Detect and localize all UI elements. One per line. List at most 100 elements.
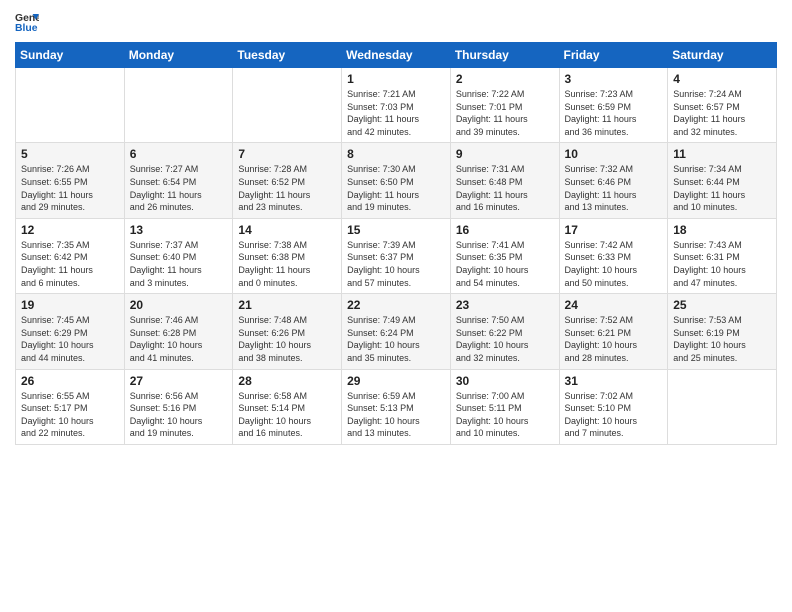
day-number: 31 — [565, 374, 663, 388]
calendar-cell: 10 Sunrise: 7:32 AM Sunset: 6:46 PM Dayli… — [559, 143, 668, 218]
calendar-cell: 29Sunrise: 6:59 AM Sunset: 5:13 PM Dayli… — [342, 369, 451, 444]
day-info: Sunrise: 7:48 AM Sunset: 6:26 PM Dayligh… — [238, 314, 336, 364]
calendar-cell: 9 Sunrise: 7:31 AM Sunset: 6:48 PM Daylig… — [450, 143, 559, 218]
day-info: Sunrise: 7:50 AM Sunset: 6:22 PM Dayligh… — [456, 314, 554, 364]
day-info: Sunrise: 7:41 AM Sunset: 6:35 PM Dayligh… — [456, 239, 554, 289]
calendar-cell: 19 Sunrise: 7:45 AM Sunset: 6:29 PM Dayli… — [16, 294, 125, 369]
day-number: 2 — [456, 72, 554, 86]
day-number: 4 — [673, 72, 771, 86]
day-number: 16 — [456, 223, 554, 237]
calendar-cell: 5 Sunrise: 7:26 AM Sunset: 6:55 PM Daylig… — [16, 143, 125, 218]
day-info: Sunrise: 7:26 AM Sunset: 6:55 PM Dayligh… — [21, 163, 119, 213]
calendar-cell: 23Sunrise: 7:50 AM Sunset: 6:22 PM Dayli… — [450, 294, 559, 369]
day-info: Sunrise: 7:42 AM Sunset: 6:33 PM Dayligh… — [565, 239, 663, 289]
day-number: 24 — [565, 298, 663, 312]
calendar-cell: 31 Sunrise: 7:02 AM Sunset: 5:10 PM Dayli… — [559, 369, 668, 444]
day-info: Sunrise: 7:49 AM Sunset: 6:24 PM Dayligh… — [347, 314, 445, 364]
calendar-cell: 28 Sunrise: 6:58 AM Sunset: 5:14 PM Dayli… — [233, 369, 342, 444]
calendar-week-row: 5 Sunrise: 7:26 AM Sunset: 6:55 PM Daylig… — [16, 143, 777, 218]
header: General Blue — [15, 10, 777, 34]
svg-text:Blue: Blue — [15, 23, 38, 34]
calendar-week-row: 12Sunrise: 7:35 AM Sunset: 6:42 PM Dayli… — [16, 218, 777, 293]
day-info: Sunrise: 6:58 AM Sunset: 5:14 PM Dayligh… — [238, 390, 336, 440]
day-number: 14 — [238, 223, 336, 237]
calendar-cell: 26Sunrise: 6:55 AM Sunset: 5:17 PM Dayli… — [16, 369, 125, 444]
weekday-header-thursday: Thursday — [450, 43, 559, 68]
calendar-table: SundayMondayTuesdayWednesdayThursdayFrid… — [15, 42, 777, 445]
calendar-cell: 22Sunrise: 7:49 AM Sunset: 6:24 PM Dayli… — [342, 294, 451, 369]
day-info: Sunrise: 7:23 AM Sunset: 6:59 PM Dayligh… — [565, 88, 663, 138]
day-info: Sunrise: 7:37 AM Sunset: 6:40 PM Dayligh… — [130, 239, 228, 289]
day-info: Sunrise: 7:43 AM Sunset: 6:31 PM Dayligh… — [673, 239, 771, 289]
day-number: 15 — [347, 223, 445, 237]
calendar-cell: 18 Sunrise: 7:43 AM Sunset: 6:31 PM Dayli… — [668, 218, 777, 293]
day-info: Sunrise: 7:22 AM Sunset: 7:01 PM Dayligh… — [456, 88, 554, 138]
day-number: 25 — [673, 298, 771, 312]
calendar-cell: 16 Sunrise: 7:41 AM Sunset: 6:35 PM Dayli… — [450, 218, 559, 293]
day-info: Sunrise: 7:39 AM Sunset: 6:37 PM Dayligh… — [347, 239, 445, 289]
day-info: Sunrise: 7:52 AM Sunset: 6:21 PM Dayligh… — [565, 314, 663, 364]
day-info: Sunrise: 7:32 AM Sunset: 6:46 PM Dayligh… — [565, 163, 663, 213]
weekday-header-sunday: Sunday — [16, 43, 125, 68]
day-number: 28 — [238, 374, 336, 388]
calendar-cell: 3 Sunrise: 7:23 AM Sunset: 6:59 PM Daylig… — [559, 68, 668, 143]
calendar-cell: 20 Sunrise: 7:46 AM Sunset: 6:28 PM Dayli… — [124, 294, 233, 369]
calendar-cell: 1Sunrise: 7:21 AM Sunset: 7:03 PM Daylig… — [342, 68, 451, 143]
calendar-cell: 4 Sunrise: 7:24 AM Sunset: 6:57 PM Daylig… — [668, 68, 777, 143]
calendar-week-row: 26Sunrise: 6:55 AM Sunset: 5:17 PM Dayli… — [16, 369, 777, 444]
calendar-week-row: 1Sunrise: 7:21 AM Sunset: 7:03 PM Daylig… — [16, 68, 777, 143]
day-number: 11 — [673, 147, 771, 161]
day-number: 8 — [347, 147, 445, 161]
day-info: Sunrise: 7:35 AM Sunset: 6:42 PM Dayligh… — [21, 239, 119, 289]
calendar-cell: 27Sunrise: 6:56 AM Sunset: 5:16 PM Dayli… — [124, 369, 233, 444]
weekday-header-tuesday: Tuesday — [233, 43, 342, 68]
day-info: Sunrise: 7:30 AM Sunset: 6:50 PM Dayligh… — [347, 163, 445, 213]
day-info: Sunrise: 7:02 AM Sunset: 5:10 PM Dayligh… — [565, 390, 663, 440]
calendar-cell: 15 Sunrise: 7:39 AM Sunset: 6:37 PM Dayli… — [342, 218, 451, 293]
weekday-header-wednesday: Wednesday — [342, 43, 451, 68]
day-number: 1 — [347, 72, 445, 86]
day-info: Sunrise: 7:46 AM Sunset: 6:28 PM Dayligh… — [130, 314, 228, 364]
calendar-cell: 11 Sunrise: 7:34 AM Sunset: 6:44 PM Dayli… — [668, 143, 777, 218]
day-info: Sunrise: 7:45 AM Sunset: 6:29 PM Dayligh… — [21, 314, 119, 364]
calendar-cell — [124, 68, 233, 143]
calendar-cell — [668, 369, 777, 444]
calendar-cell: 25 Sunrise: 7:53 AM Sunset: 6:19 PM Dayli… — [668, 294, 777, 369]
day-number: 5 — [21, 147, 119, 161]
day-number: 20 — [130, 298, 228, 312]
day-number: 3 — [565, 72, 663, 86]
day-info: Sunrise: 6:55 AM Sunset: 5:17 PM Dayligh… — [21, 390, 119, 440]
calendar-cell — [16, 68, 125, 143]
calendar-cell: 6 Sunrise: 7:27 AM Sunset: 6:54 PM Daylig… — [124, 143, 233, 218]
generalblue-logo-icon: General Blue — [15, 10, 39, 34]
day-info: Sunrise: 6:59 AM Sunset: 5:13 PM Dayligh… — [347, 390, 445, 440]
day-number: 7 — [238, 147, 336, 161]
day-info: Sunrise: 7:38 AM Sunset: 6:38 PM Dayligh… — [238, 239, 336, 289]
calendar-cell: 14 Sunrise: 7:38 AM Sunset: 6:38 PM Dayli… — [233, 218, 342, 293]
day-info: Sunrise: 7:34 AM Sunset: 6:44 PM Dayligh… — [673, 163, 771, 213]
weekday-header-monday: Monday — [124, 43, 233, 68]
day-number: 9 — [456, 147, 554, 161]
calendar-week-row: 19 Sunrise: 7:45 AM Sunset: 6:29 PM Dayli… — [16, 294, 777, 369]
calendar-cell: 24 Sunrise: 7:52 AM Sunset: 6:21 PM Dayli… — [559, 294, 668, 369]
day-info: Sunrise: 7:53 AM Sunset: 6:19 PM Dayligh… — [673, 314, 771, 364]
logo: General Blue — [15, 10, 39, 34]
calendar-cell: 30Sunrise: 7:00 AM Sunset: 5:11 PM Dayli… — [450, 369, 559, 444]
day-number: 10 — [565, 147, 663, 161]
day-number: 18 — [673, 223, 771, 237]
day-info: Sunrise: 7:31 AM Sunset: 6:48 PM Dayligh… — [456, 163, 554, 213]
day-number: 30 — [456, 374, 554, 388]
day-info: Sunrise: 7:27 AM Sunset: 6:54 PM Dayligh… — [130, 163, 228, 213]
page: General Blue SundayMondayTuesdayWednesda… — [0, 0, 792, 612]
day-number: 19 — [21, 298, 119, 312]
calendar-cell: 13 Sunrise: 7:37 AM Sunset: 6:40 PM Dayli… — [124, 218, 233, 293]
day-number: 17 — [565, 223, 663, 237]
day-number: 13 — [130, 223, 228, 237]
day-number: 21 — [238, 298, 336, 312]
day-number: 27 — [130, 374, 228, 388]
calendar-cell: 17 Sunrise: 7:42 AM Sunset: 6:33 PM Dayli… — [559, 218, 668, 293]
day-info: Sunrise: 7:24 AM Sunset: 6:57 PM Dayligh… — [673, 88, 771, 138]
calendar-cell — [233, 68, 342, 143]
day-number: 6 — [130, 147, 228, 161]
weekday-header-saturday: Saturday — [668, 43, 777, 68]
